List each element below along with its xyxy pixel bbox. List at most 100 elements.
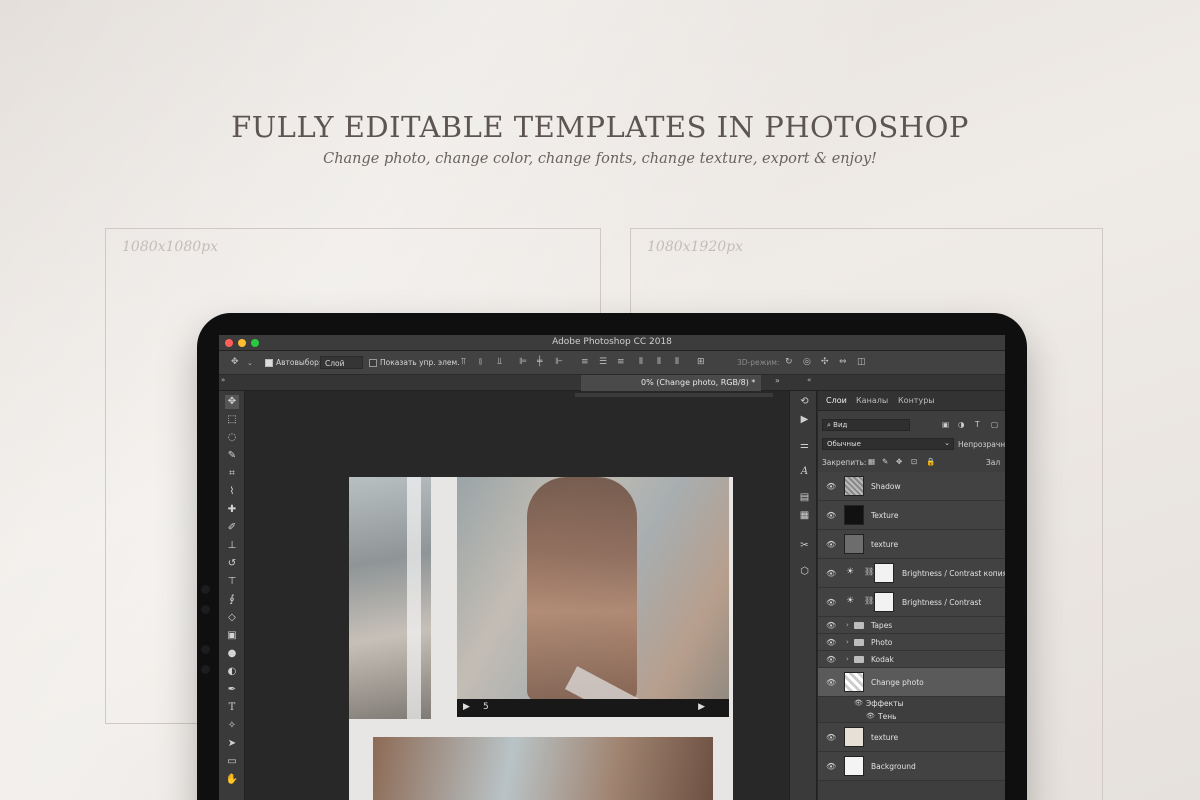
visibility-eye-icon[interactable]: 👁 xyxy=(826,540,836,549)
tab-paths[interactable]: Контуры xyxy=(898,396,935,405)
distribute-middle-icon[interactable]: ☰ xyxy=(599,357,607,367)
lock-pixels-icon[interactable]: ▦ xyxy=(868,457,875,466)
align-bottom-icon[interactable]: ⫫ xyxy=(497,357,502,367)
tab-channels[interactable]: Каналы xyxy=(856,396,888,405)
collapse-panels-icon[interactable]: « xyxy=(807,376,811,384)
visibility-eye-icon[interactable]: 👁 xyxy=(826,511,836,520)
tab-layers[interactable]: Слои xyxy=(826,396,847,405)
stamp-tool-icon[interactable]: ⊤ xyxy=(225,575,239,589)
libraries-icon[interactable]: ▦ xyxy=(798,509,811,522)
align-middle-icon[interactable]: ⫾ xyxy=(479,357,482,367)
distribute-bottom-icon[interactable]: ≡ xyxy=(617,357,625,367)
3d-camera-icon[interactable]: ◫ xyxy=(857,357,866,367)
distribute-center-icon[interactable]: ⦀ xyxy=(657,357,661,367)
visibility-eye-icon[interactable]: 👁 xyxy=(826,638,836,647)
marquee-tool-icon[interactable]: ⬚ xyxy=(225,413,239,427)
visibility-eye-icon[interactable]: 👁 xyxy=(826,762,836,771)
lock-paint-icon[interactable]: ✎ xyxy=(882,457,888,466)
visibility-eye-icon[interactable]: 👁 xyxy=(854,699,863,707)
visibility-eye-icon[interactable]: 👁 xyxy=(826,655,836,664)
layer-row-shadow[interactable]: 👁 Shadow xyxy=(818,472,1005,501)
layer-row-photo-group[interactable]: 👁 › Photo xyxy=(818,634,1005,651)
visibility-eye-icon[interactable]: 👁 xyxy=(826,569,836,578)
filter-image-icon[interactable]: ▣ xyxy=(942,420,949,429)
distribute-left-icon[interactable]: ⦀ xyxy=(639,357,643,367)
gradient-tool-icon[interactable]: ▣ xyxy=(225,629,239,643)
path-select-tool-icon[interactable]: ✧ xyxy=(225,719,239,733)
lock-all-icon[interactable]: 🔒 xyxy=(926,457,935,466)
visibility-eye-icon[interactable]: 👁 xyxy=(826,598,836,607)
visibility-eye-icon[interactable]: 👁 xyxy=(826,733,836,742)
auto-select-checkbox[interactable] xyxy=(265,359,273,367)
align-left-icon[interactable]: ⊫ xyxy=(519,357,527,367)
3d-icon[interactable]: ⬡ xyxy=(798,565,811,578)
layer-row-texture-photo[interactable]: 👁 texture xyxy=(818,723,1005,752)
lasso-tool-icon[interactable]: ◌ xyxy=(225,431,239,445)
hand-tool-icon[interactable]: ✋ xyxy=(225,773,239,787)
layer-row-kodak-group[interactable]: 👁 › Kodak xyxy=(818,651,1005,668)
expand-panels-icon[interactable]: » xyxy=(775,376,780,385)
eyedropper-tool-icon[interactable]: ⌇ xyxy=(225,485,239,499)
visibility-eye-icon[interactable]: 👁 xyxy=(826,482,836,491)
3d-pan-icon[interactable]: ✣ xyxy=(821,357,829,367)
pen-tool-icon[interactable]: ✒ xyxy=(225,683,239,697)
layer-row-texture-lower[interactable]: 👁 texture xyxy=(818,530,1005,559)
paragraph-icon[interactable]: ▤ xyxy=(798,491,811,504)
chevron-right-icon[interactable]: › xyxy=(846,621,849,629)
collapse-toolbar-icon[interactable]: » xyxy=(221,376,225,384)
chevron-down-icon[interactable]: ⌄ xyxy=(247,359,253,367)
layer-row-background[interactable]: 👁 Background xyxy=(818,752,1005,781)
quick-select-tool-icon[interactable]: ✎ xyxy=(225,449,239,463)
clone-stamp-tool-icon[interactable]: ⊥ xyxy=(225,539,239,553)
crop-tool-icon[interactable]: ⌗ xyxy=(225,467,239,481)
filter-shape-icon[interactable]: ▢ xyxy=(991,420,998,429)
history-icon[interactable]: ⟲ xyxy=(798,395,811,408)
align-center-icon[interactable]: ╪ xyxy=(537,357,542,367)
pattern-stamp-tool-icon[interactable]: ∮ xyxy=(225,593,239,607)
tool-presets-icon[interactable]: ✂ xyxy=(798,539,811,552)
auto-align-icon[interactable]: ⊞ xyxy=(697,357,705,367)
blur-tool-icon[interactable]: ● xyxy=(225,647,239,661)
layer-row-tapes-group[interactable]: 👁 › Tapes xyxy=(818,617,1005,634)
auto-select-dropdown[interactable]: Слой xyxy=(320,356,363,369)
distribute-right-icon[interactable]: ⦀ xyxy=(675,357,679,367)
layer-effects-row[interactable]: 👁 Эффекты xyxy=(818,697,1005,710)
character-icon[interactable]: A xyxy=(798,465,811,478)
3d-slide-icon[interactable]: ⇔ xyxy=(839,357,847,367)
document-canvas[interactable]: ▶ 5 ▶ xyxy=(349,477,733,800)
history-brush-tool-icon[interactable]: ↺ xyxy=(225,557,239,571)
dodge-tool-icon[interactable]: ◐ xyxy=(225,665,239,679)
distribute-top-icon[interactable]: ≡ xyxy=(581,357,589,367)
visibility-eye-icon[interactable]: 👁 xyxy=(826,621,836,630)
direct-select-tool-icon[interactable]: ➤ xyxy=(225,737,239,751)
3d-roll-icon[interactable]: ◎ xyxy=(803,357,811,367)
layer-row-brightness-copy[interactable]: 👁 ☀ ⛓ Brightness / Contrast копия xyxy=(818,559,1005,588)
filter-dropdown[interactable]: ⌕ Вид xyxy=(822,419,910,431)
move-tool-icon[interactable]: ✥ xyxy=(225,395,239,409)
visibility-eye-icon[interactable]: 👁 xyxy=(866,712,875,720)
canvas-area[interactable]: ▶ 5 ▶ xyxy=(245,391,785,800)
brush-tool-icon[interactable]: ✐ xyxy=(225,521,239,535)
visibility-eye-icon[interactable]: 👁 xyxy=(826,678,836,687)
show-transform-checkbox[interactable] xyxy=(369,359,377,367)
lock-artboard-icon[interactable]: ⊡ xyxy=(911,457,917,466)
filter-type-icon[interactable]: T xyxy=(975,420,980,429)
align-right-icon[interactable]: ⊩ xyxy=(555,357,563,367)
chevron-right-icon[interactable]: › xyxy=(846,655,849,663)
filter-adjustment-icon[interactable]: ◑ xyxy=(958,420,965,429)
chevron-right-icon[interactable]: › xyxy=(846,638,849,646)
canvas-scrollbar[interactable] xyxy=(575,393,773,397)
layer-row-texture[interactable]: 👁 Texture xyxy=(818,501,1005,530)
blend-mode-dropdown[interactable]: Обычные ⌄ xyxy=(822,438,954,450)
eraser-tool-icon[interactable]: ◇ xyxy=(225,611,239,625)
3d-orbit-icon[interactable]: ↻ xyxy=(785,357,793,367)
healing-brush-tool-icon[interactable]: ✚ xyxy=(225,503,239,517)
type-tool-icon[interactable]: T xyxy=(225,701,239,715)
actions-play-icon[interactable]: ▶ xyxy=(798,413,811,426)
rectangle-tool-icon[interactable]: ▭ xyxy=(225,755,239,769)
lock-position-icon[interactable]: ✥ xyxy=(896,457,902,466)
move-tool-icon[interactable]: ✥ xyxy=(231,357,239,367)
align-top-icon[interactable]: ⫪ xyxy=(461,357,466,367)
layer-row-brightness[interactable]: 👁 ☀ ⛓ Brightness / Contrast xyxy=(818,588,1005,617)
layer-row-change-photo[interactable]: 👁 Change photo xyxy=(818,668,1005,697)
